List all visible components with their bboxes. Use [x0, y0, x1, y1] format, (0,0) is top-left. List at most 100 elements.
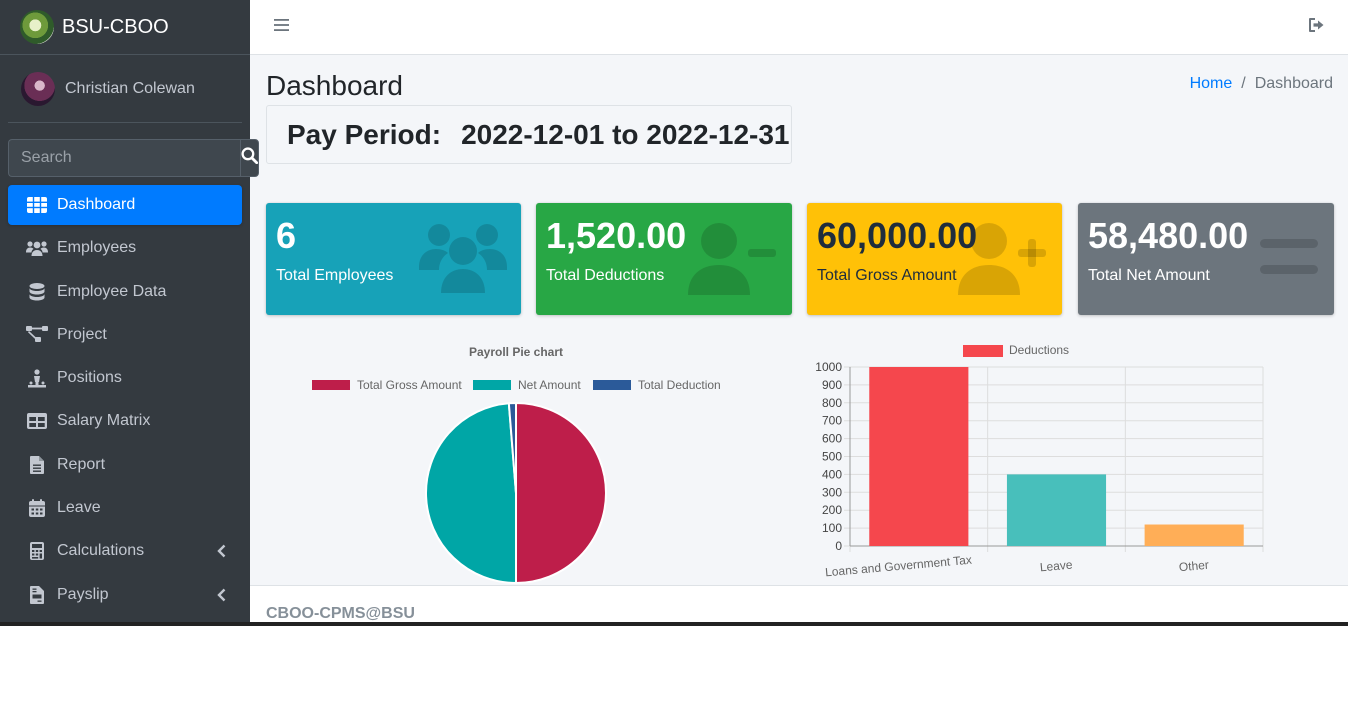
bar-y-tick-label: 700	[822, 414, 842, 428]
pie-legend-swatch	[593, 380, 631, 390]
user-name[interactable]: Christian Colewan	[65, 80, 195, 98]
pie-legend-item[interactable]: Total Gross Amount	[312, 378, 462, 392]
bar-y-tick-label: 500	[822, 450, 842, 464]
bar-legend-swatch	[963, 345, 1003, 357]
bar-legend-item[interactable]: Deductions	[963, 343, 1069, 357]
th-icon	[26, 195, 48, 215]
calculator-icon	[26, 541, 48, 561]
bar[interactable]	[1144, 524, 1244, 546]
pie-legend-item[interactable]: Total Deduction	[593, 378, 721, 392]
search-input[interactable]	[8, 139, 240, 177]
stat-value: 1,520.00	[546, 215, 687, 256]
pie-legend-swatch	[312, 380, 350, 390]
bar-y-tick-label: 1000	[815, 360, 842, 374]
project-diagram-icon	[26, 325, 48, 345]
page-title: Dashboard	[266, 70, 403, 101]
sidebar-item-salary-matrix[interactable]: Salary Matrix	[8, 401, 242, 441]
sidebar-search	[8, 139, 259, 177]
breadcrumb-home-link[interactable]: Home	[1190, 75, 1233, 92]
brand-title: BSU-CBOO	[62, 15, 169, 38]
chevron-left-icon	[217, 544, 226, 563]
person-booth-icon	[26, 368, 48, 388]
sidebar-item-dashboard[interactable]: Dashboard	[8, 185, 242, 225]
breadcrumb-current: Dashboard	[1254, 75, 1333, 92]
equals-icon	[1260, 239, 1320, 280]
sidebar-item-label: Salary Matrix	[57, 412, 151, 430]
stat-label: Total Deductions	[546, 267, 665, 284]
footer-text: CBOO-CPMS@BSU	[266, 605, 415, 622]
pie-slice[interactable]	[515, 401, 607, 585]
sidebar-item-calculations[interactable]: Calculations	[8, 531, 242, 571]
brand-logo	[20, 10, 54, 44]
sidebar-item-employee-data[interactable]: Employee Data	[8, 272, 242, 312]
stat-value: 60,000.00	[817, 215, 978, 256]
pie-chart-title: Payroll Pie chart	[469, 345, 563, 359]
pie-legend-swatch	[473, 380, 511, 390]
footer: CBOO-CPMS@BSU	[250, 585, 1348, 626]
pie-slice[interactable]	[425, 402, 517, 585]
sidebar-item-payslip[interactable]: Payslip	[8, 575, 242, 615]
bar-y-tick-label: 200	[822, 503, 842, 517]
user-minus-icon	[688, 221, 778, 300]
users-icon	[26, 238, 48, 258]
bar-y-tick-label: 300	[822, 485, 842, 499]
sidebar-item-positions[interactable]: Positions	[8, 358, 242, 398]
chevron-left-icon	[217, 588, 226, 607]
sidebar-item-label: Leave	[57, 499, 101, 517]
user-panel[interactable]: Christian Colewan	[8, 55, 242, 123]
sidebar-item-leave[interactable]: Leave	[8, 488, 242, 528]
stat-label: Total Gross Amount	[817, 267, 957, 284]
database-icon	[26, 282, 48, 302]
table-icon	[26, 411, 48, 431]
sidebar-item-label: Payslip	[57, 585, 109, 603]
pay-period-box: Pay Period: 2022-12-01 to 2022-12-31	[266, 105, 792, 164]
breadcrumb-separator: /	[1241, 75, 1246, 92]
sidebar-item-employees[interactable]: Employees	[8, 228, 242, 268]
logout-icon[interactable]	[1308, 17, 1326, 38]
sidebar-item-label: Report	[57, 455, 106, 473]
bar-y-tick-label: 900	[822, 378, 842, 392]
sidebar-item-label: Calculations	[57, 542, 145, 560]
bar-x-tick-label: Loans and Government Tax	[825, 553, 973, 580]
stat-label: Total Net Amount	[1088, 267, 1210, 284]
pie-legend-label: Total Gross Amount	[357, 378, 462, 392]
pay-period-value: 2022-12-01 to 2022-12-31	[461, 118, 790, 150]
sidebar-nav: Dashboard Employees Employee Data Projec…	[8, 185, 242, 615]
stat-value: 58,480.00	[1088, 215, 1249, 256]
pie-legend-label: Total Deduction	[638, 378, 721, 392]
bar-x-tick-label: Other	[1178, 558, 1209, 575]
stat-box-total-net-amount: 58,480.00 Total Net Amount	[1078, 203, 1334, 315]
file-icon	[26, 455, 48, 475]
deductions-bar-chart: Deductions 0 100 200 300 400 500 600 700 800 900 10…	[770, 335, 1334, 585]
payroll-pie-chart: Payroll Pie chart Total Gross Amount Net A…	[266, 335, 766, 585]
bar[interactable]	[1006, 474, 1107, 546]
sidebar-item-label: Employee Data	[57, 282, 167, 300]
brand-link[interactable]: BSU-CBOO	[0, 0, 250, 55]
pie-legend-item[interactable]: Net Amount	[473, 378, 581, 392]
sidebar-item-report[interactable]: Report	[8, 445, 242, 485]
bar[interactable]	[869, 367, 969, 546]
pie-legend-label: Net Amount	[518, 378, 581, 392]
sidebar-item-label: Positions	[57, 369, 122, 387]
avatar	[21, 71, 55, 106]
sidebar-item-project[interactable]: Project	[8, 315, 242, 355]
bar-y-tick-label: 600	[822, 432, 842, 446]
top-navbar	[250, 0, 1348, 55]
stat-box-total-gross-amount: 60,000.00 Total Gross Amount	[807, 203, 1062, 315]
bar-y-tick-label: 800	[822, 396, 842, 410]
sidebar: BSU-CBOO Christian Colewan Dashboard	[0, 0, 259, 626]
search-icon	[241, 147, 259, 169]
stat-label: Total Employees	[276, 267, 394, 284]
search-button[interactable]	[240, 139, 259, 177]
stat-box-total-employees: 6 Total Employees	[266, 203, 521, 315]
users-icon	[419, 221, 507, 298]
menu-toggle-icon[interactable]	[274, 18, 289, 37]
sidebar-item-label: Employees	[57, 239, 137, 257]
breadcrumb: Home / Dashboard	[1190, 75, 1333, 93]
file-invoice-icon	[26, 585, 48, 605]
bar-y-tick-label: 100	[822, 521, 842, 535]
pay-period-label: Pay Period:	[287, 118, 442, 150]
bar-y-tick-label: 0	[835, 539, 842, 553]
window-bottom-strip	[0, 622, 1348, 626]
bar-y-tick-label: 400	[822, 467, 842, 481]
